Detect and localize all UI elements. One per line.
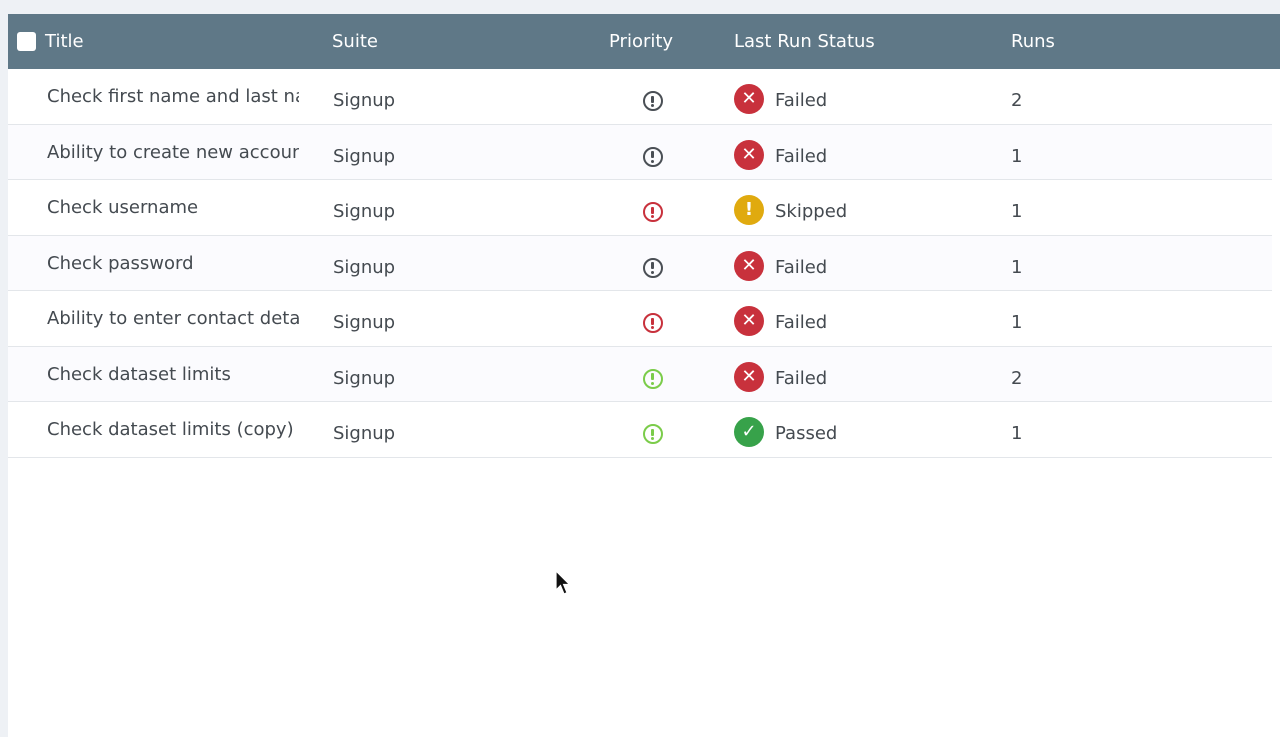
status-label: Passed: [775, 423, 838, 444]
runs-count: 2: [1011, 90, 1023, 111]
suite-name: Signup: [333, 312, 396, 333]
runs-count: 2: [1011, 367, 1023, 389]
priority-normal-icon: [643, 146, 663, 167]
suite-name: Signup: [333, 423, 396, 444]
priority-high-icon: [643, 202, 663, 222]
suite-name: Signup: [333, 145, 396, 167]
priority-normal-icon: [643, 91, 663, 111]
status-label: Skipped: [775, 201, 848, 222]
column-header-suite[interactable]: Suite: [332, 14, 378, 69]
suite-name: Signup: [333, 90, 396, 111]
status-label: Failed: [775, 367, 828, 389]
failed-icon: ✕: [734, 250, 764, 281]
column-header-last-run-status[interactable]: Last Run Status: [734, 14, 875, 69]
status-label: Failed: [775, 145, 828, 167]
runs-count: 1: [1011, 423, 1023, 444]
table-body: Check first name and last na Signup ✕ Faile…: [8, 69, 1272, 458]
failed-icon: ✕: [734, 84, 764, 114]
runs-count: 1: [1011, 201, 1023, 222]
runs-count: 1: [1011, 145, 1023, 167]
suite-name: Signup: [333, 201, 396, 222]
table-row[interactable]: Check dataset limits (copy) Signup ✓ Passed…: [8, 402, 1272, 458]
test-title-link[interactable]: Ability to enter contact detai: [47, 308, 299, 329]
priority-normal-icon: [643, 257, 663, 278]
status-label: Failed: [775, 312, 828, 333]
table-header: Title Suite Priority Last Run Status Run…: [8, 14, 1280, 69]
status-label: Failed: [775, 90, 828, 111]
status-label: Failed: [775, 256, 828, 278]
skipped-icon: !: [734, 195, 764, 225]
suite-name: Signup: [333, 256, 396, 278]
test-title-link[interactable]: Check password: [47, 253, 299, 274]
passed-icon: ✓: [734, 417, 764, 447]
column-header-title[interactable]: Title: [45, 14, 84, 69]
table-row[interactable]: Check password Signup ✕ Failed 1: [8, 235, 1272, 291]
test-title-link[interactable]: Check dataset limits: [47, 364, 299, 385]
failed-icon: ✕: [734, 361, 764, 392]
table-row[interactable]: Check first name and last na Signup ✕ Faile…: [8, 69, 1272, 125]
table-row[interactable]: Check username Signup! Skipped 1: [8, 180, 1272, 236]
priority-high-icon: [643, 313, 663, 333]
test-title-link[interactable]: Check dataset limits (copy): [47, 419, 299, 440]
tests-table-panel: Title Suite Priority Last Run Status Run…: [8, 14, 1280, 737]
column-header-priority[interactable]: Priority: [609, 14, 673, 69]
priority-low-icon: [643, 368, 663, 389]
runs-count: 1: [1011, 256, 1023, 278]
suite-name: Signup: [333, 367, 396, 389]
table-row[interactable]: Check dataset limits Signup ✕ Failed 2: [8, 346, 1272, 402]
table-row[interactable]: Ability to enter contact detai Signup ✕ Fai…: [8, 291, 1272, 347]
priority-low-icon: [643, 424, 663, 444]
mouse-cursor-icon: [555, 570, 571, 595]
runs-count: 1: [1011, 312, 1023, 333]
column-header-runs[interactable]: Runs: [1011, 14, 1055, 69]
failed-icon: ✕: [734, 139, 764, 170]
table-row[interactable]: Ability to create new accoun Signup ✕ Faile…: [8, 124, 1272, 180]
test-title-link[interactable]: Ability to create new accoun: [47, 142, 299, 163]
failed-icon: ✕: [734, 306, 764, 336]
select-all-checkbox[interactable]: [17, 32, 36, 51]
test-title-link[interactable]: Check username: [47, 197, 299, 218]
test-title-link[interactable]: Check first name and last na: [47, 86, 299, 107]
